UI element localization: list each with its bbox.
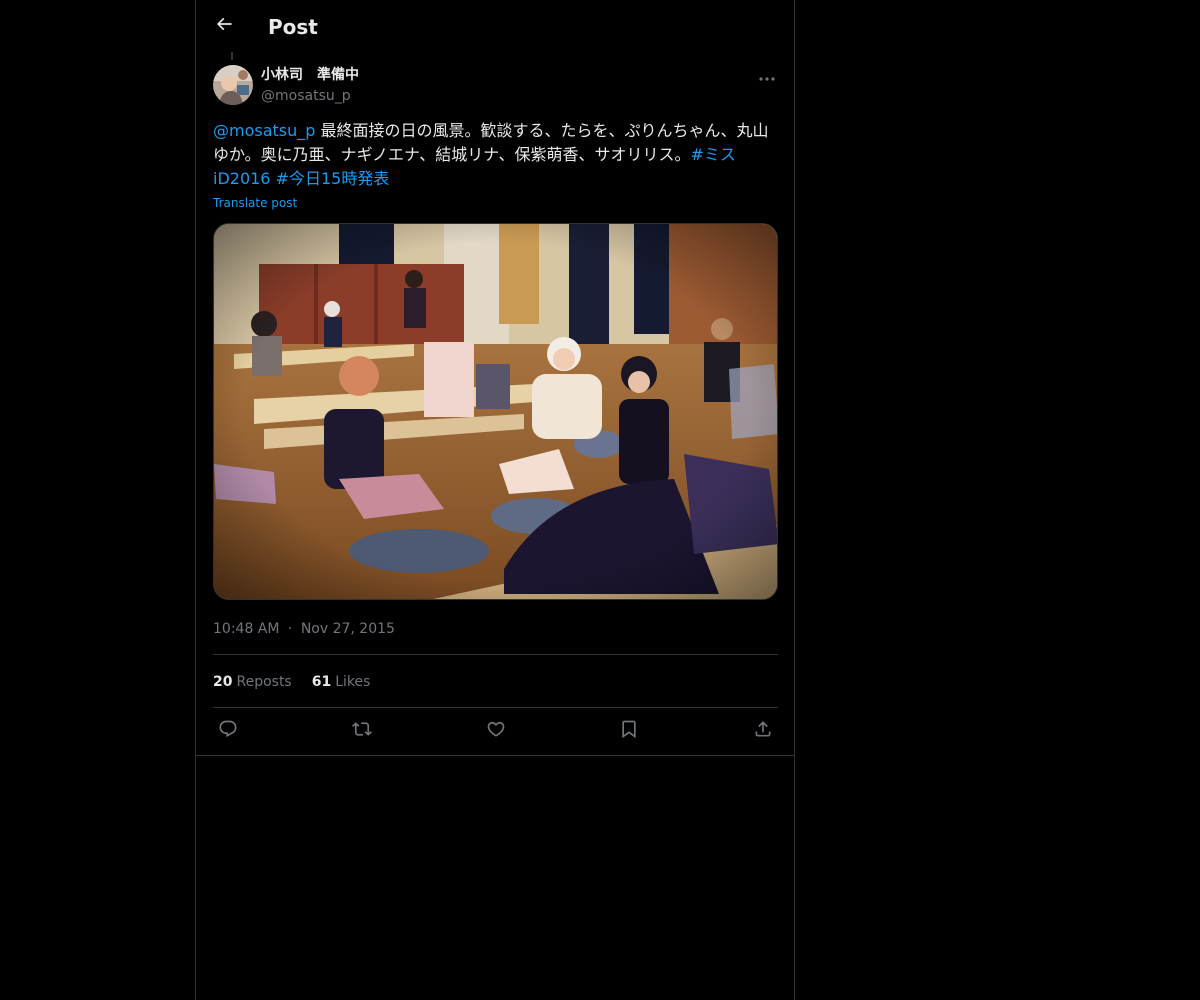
likes-stat[interactable]: 61 Likes xyxy=(312,672,371,692)
more-options-button[interactable] xyxy=(752,64,782,86)
author-display-name[interactable]: 小林司 準備中 xyxy=(261,65,359,85)
reply-icon xyxy=(218,719,238,743)
thread-connector xyxy=(231,52,233,60)
repost-button[interactable] xyxy=(349,718,375,744)
bookmark-icon xyxy=(619,719,639,743)
author-handle[interactable]: @mosatsu_p xyxy=(261,86,351,106)
post-stats: 20 Reposts 61 Likes xyxy=(213,672,370,692)
translate-post-link[interactable]: Translate post xyxy=(213,194,297,212)
post-photo[interactable] xyxy=(213,223,778,600)
post-timestamp: 10:48 AM · Nov 27, 2015 xyxy=(213,619,395,639)
like-icon xyxy=(486,719,506,743)
hashtag-link[interactable]: #今日15時発表 xyxy=(276,169,390,188)
post-time[interactable]: 10:48 AM xyxy=(213,621,279,637)
action-bar xyxy=(213,718,778,744)
divider xyxy=(196,755,794,756)
post-date[interactable]: Nov 27, 2015 xyxy=(301,621,395,637)
arrow-left-icon xyxy=(214,14,234,38)
back-button[interactable] xyxy=(210,12,238,40)
timestamp-separator: · xyxy=(287,621,293,637)
primary-column: Post 小林司 準備中 @mosatsu_p @mosatsu_p 最終面接の… xyxy=(195,0,795,1000)
share-button[interactable] xyxy=(750,718,776,744)
avatar[interactable] xyxy=(213,65,253,105)
repost-icon xyxy=(352,719,372,743)
divider xyxy=(213,707,778,708)
like-button[interactable] xyxy=(483,718,509,744)
page-header: Post xyxy=(196,0,794,53)
divider xyxy=(213,654,778,655)
more-dots-icon xyxy=(759,66,775,85)
page-title: Post xyxy=(268,15,318,39)
reply-button[interactable] xyxy=(215,718,241,744)
share-icon xyxy=(753,719,773,743)
reposts-stat[interactable]: 20 Reposts xyxy=(213,672,292,692)
post-text: @mosatsu_p 最終面接の日の風景。歓談する、たらを、ぷりんちゃん、丸山ゆ… xyxy=(213,119,773,191)
mention-link[interactable]: @mosatsu_p xyxy=(213,121,315,140)
bookmark-button[interactable] xyxy=(616,718,642,744)
